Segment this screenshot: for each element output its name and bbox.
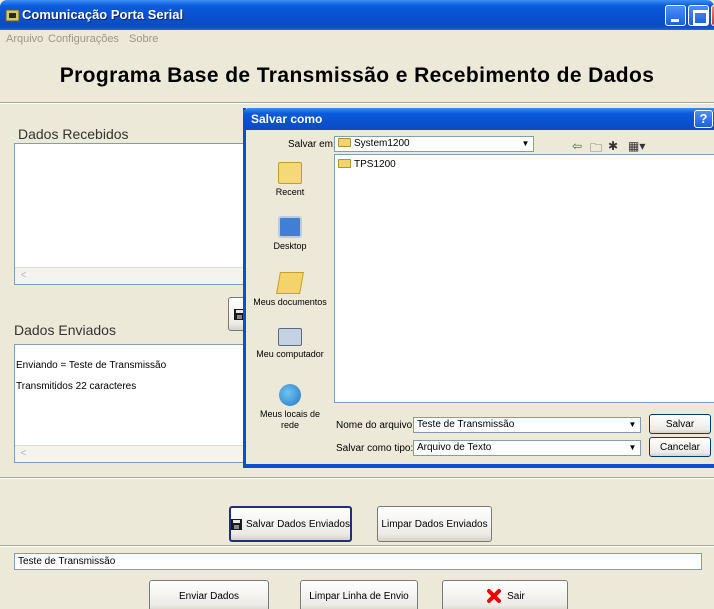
chevron-down-icon[interactable]: ▼: [626, 442, 639, 454]
menu-bar: Arquivo Configurações Sobre: [0, 30, 714, 48]
scroll-left-icon[interactable]: <: [16, 269, 31, 283]
received-textarea[interactable]: [14, 143, 254, 285]
file-list[interactable]: TPS1200: [334, 154, 714, 403]
menu-configuracoes[interactable]: Configurações: [48, 33, 119, 45]
dialog-title-bar: Salvar como ?: [243, 108, 714, 130]
place-pc-label: Meu computador: [256, 349, 324, 359]
send-button[interactable]: Enviar Dados: [149, 580, 269, 609]
floppy-disk-icon: [231, 518, 243, 530]
filetype-value: Arquivo de Texto: [417, 442, 492, 453]
place-my-computer[interactable]: Meu computador: [250, 328, 330, 360]
menu-sobre[interactable]: Sobre: [129, 33, 158, 45]
sent-line-1: Enviando = Teste de Transmissão: [16, 360, 167, 371]
places-bar: Recent Desktop Meus documentos Meu compu…: [250, 148, 330, 438]
menu-arquivo[interactable]: Arquivo: [6, 33, 43, 45]
save-sent-label: Salvar Dados Enviados: [246, 518, 350, 530]
clear-sent-label: Limpar Dados Enviados: [381, 518, 488, 530]
help-button[interactable]: ?: [694, 110, 713, 128]
save-in-value: System1200: [354, 138, 410, 149]
place-desktop-label: Desktop: [273, 241, 307, 251]
dialog-cancel-label: Cancelar: [659, 441, 701, 453]
divider: [0, 102, 714, 104]
recent-folder-icon: [278, 162, 302, 184]
place-network[interactable]: Meus locais de rede: [250, 384, 330, 431]
page-title: Programa Base de Transmissão e Recebimen…: [59, 64, 655, 87]
received-label: Dados Recebidos: [18, 126, 129, 142]
place-docs-label: Meus documentos: [253, 297, 327, 307]
exit-button[interactable]: Sair: [442, 580, 568, 609]
place-net-label: Meus locais de rede: [259, 409, 321, 430]
back-icon[interactable]: ⇦: [572, 139, 582, 153]
place-recent[interactable]: Recent: [250, 162, 330, 198]
place-my-documents[interactable]: Meus documentos: [250, 272, 330, 308]
app-icon: [5, 9, 20, 22]
window-title: Comunicação Porta Serial: [22, 7, 184, 22]
dialog-save-label: Salvar: [665, 418, 695, 430]
filename-input[interactable]: Teste de Transmissão ▼: [413, 417, 641, 433]
send-input[interactable]: Teste de Transmissão: [14, 553, 702, 570]
view-menu-icon[interactable]: ▦▾: [628, 139, 645, 153]
sent-label: Dados Enviados: [14, 322, 116, 338]
filetype-label: Salvar como tipo:: [336, 443, 414, 454]
sent-line-2: Transmitidos 22 caracteres: [16, 381, 137, 392]
clear-sent-button[interactable]: Limpar Dados Enviados: [377, 506, 492, 542]
filename-label: Nome do arquivo:: [336, 420, 415, 431]
divider: [0, 477, 714, 479]
chevron-down-icon[interactable]: ▼: [626, 419, 639, 431]
received-hscrollbar[interactable]: <: [15, 267, 253, 284]
minimize-button[interactable]: [665, 5, 686, 26]
file-item[interactable]: TPS1200: [338, 159, 396, 170]
my-computer-icon: [278, 328, 302, 346]
network-places-icon: [279, 384, 301, 406]
new-folder-icon[interactable]: ✱: [608, 139, 618, 153]
place-desktop[interactable]: Desktop: [250, 216, 330, 252]
divider: [0, 545, 714, 547]
filetype-select[interactable]: Arquivo de Texto ▼: [413, 440, 641, 456]
maximize-button[interactable]: [688, 5, 709, 26]
scroll-left-icon[interactable]: <: [16, 447, 31, 461]
title-bar: Comunicação Porta Serial: [0, 0, 714, 30]
desktop-icon: [278, 216, 302, 238]
save-as-dialog: Salvar como ? Salvar em: System1200 ▼ ⇦ …: [243, 108, 714, 468]
dialog-save-button[interactable]: Salvar: [649, 414, 711, 434]
dialog-cancel-button[interactable]: Cancelar: [649, 437, 711, 457]
clear-line-button[interactable]: Limpar Linha de Envio: [300, 580, 418, 609]
file-item-label: TPS1200: [354, 159, 396, 170]
filename-value: Teste de Transmissão: [417, 419, 515, 430]
clear-line-label: Limpar Linha de Envio: [309, 590, 409, 602]
dialog-title: Salvar como: [251, 112, 323, 126]
folder-icon: [338, 138, 351, 147]
folder-icon: [338, 159, 351, 168]
my-documents-icon: [276, 272, 304, 294]
close-x-icon: [485, 588, 503, 604]
save-in-combo[interactable]: System1200 ▼: [334, 136, 534, 152]
exit-label: Sair: [507, 590, 525, 602]
chevron-down-icon[interactable]: ▼: [519, 138, 532, 150]
place-recent-label: Recent: [275, 187, 305, 197]
send-label: Enviar Dados: [178, 590, 240, 602]
save-sent-button[interactable]: Salvar Dados Enviados: [229, 506, 352, 542]
